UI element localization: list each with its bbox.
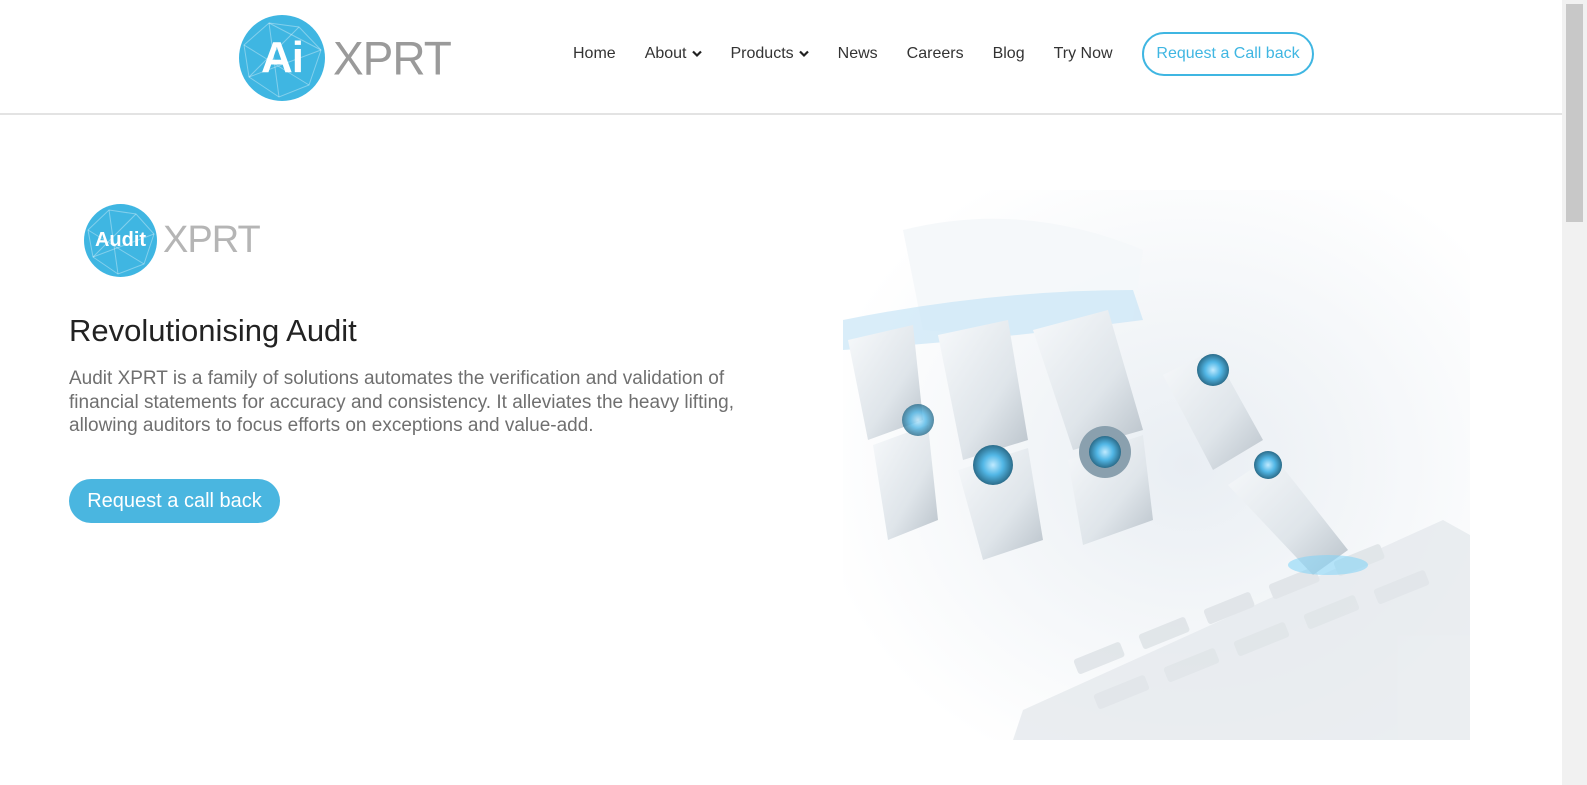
nav-about[interactable]: About [645, 45, 702, 63]
xprt-wordmark: XPRT [333, 31, 452, 85]
nav-blog-label: Blog [992, 45, 1025, 62]
chevron-down-icon [798, 50, 809, 58]
top-navbar: Ai XPRT Home About Products News Careers… [0, 0, 1562, 115]
nav-try-now[interactable]: Try Now [1054, 45, 1113, 63]
page-scrollbar[interactable] [1562, 0, 1587, 785]
nav-try-now-label: Try Now [1053, 45, 1113, 62]
request-call-back-nav-button[interactable]: Request a Call back [1142, 32, 1314, 76]
request-call-back-button[interactable]: Request a call back [69, 479, 280, 523]
aixprt-logo[interactable]: Ai XPRT [239, 14, 452, 102]
nav-news-label: News [837, 45, 878, 62]
hero-headline: Revolutionising Audit [69, 313, 357, 348]
ai-logo-badge: Ai [239, 15, 325, 101]
nav-about-label: About [644, 45, 687, 62]
chevron-down-icon [691, 50, 702, 58]
audit-logo-badge: Audit [84, 204, 157, 277]
nav-products[interactable]: Products [731, 45, 809, 63]
nav-products-label: Products [730, 45, 794, 62]
scrollbar-thumb[interactable] [1566, 4, 1583, 222]
ai-logo-text: Ai [261, 33, 304, 82]
nav-blog[interactable]: Blog [993, 45, 1025, 63]
nav-home-label: Home [573, 45, 616, 62]
audit-xprt-wordmark: XPRT [163, 219, 261, 261]
robot-hand-image [843, 190, 1470, 740]
hero-description: Audit XPRT is a family of solutions auto… [69, 368, 734, 436]
main-nav: Home About Products News Careers Blog Tr… [573, 0, 1142, 108]
nav-home[interactable]: Home [573, 45, 616, 63]
nav-careers-label: Careers [906, 45, 964, 62]
audit-logo-text: Audit [94, 229, 147, 251]
hero-section: Audit XPRT Revolutionising Audit Audit X… [0, 117, 1562, 785]
nav-careers[interactable]: Careers [907, 45, 964, 63]
nav-news[interactable]: News [838, 45, 878, 63]
audit-xprt-logo: Audit XPRT [84, 204, 261, 277]
